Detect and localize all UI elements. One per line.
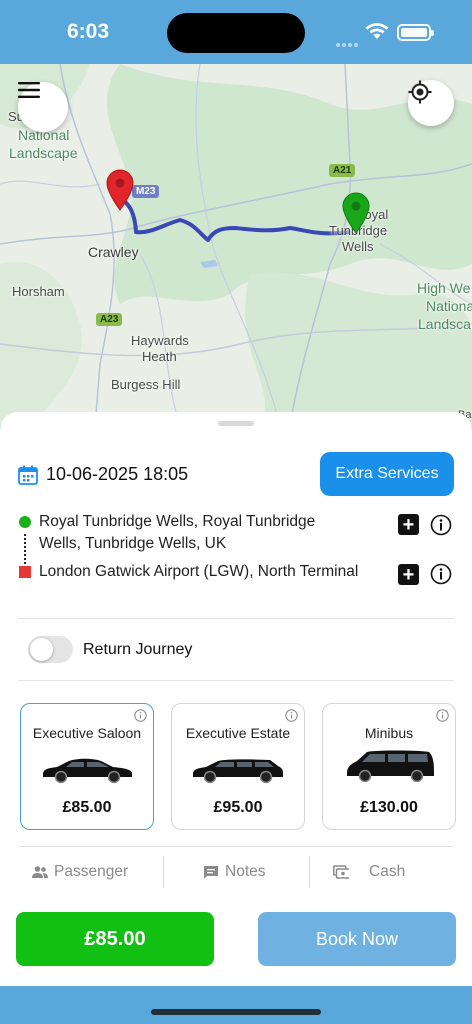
- dropoff-square-icon: [19, 566, 31, 578]
- comment-icon: [204, 865, 218, 879]
- route-map[interactable]: Su Wells National Landscape Crawley Hors…: [0, 64, 472, 426]
- pickup-address[interactable]: Royal Tunbridge Wells, Royal Tunbridge W…: [39, 511, 359, 555]
- map-label-burgess-hill: Burgess Hill: [111, 377, 181, 392]
- info-icon[interactable]: [134, 709, 147, 722]
- estate-car-icon: [193, 759, 283, 784]
- road-shield-m23: M23: [132, 185, 160, 198]
- notes-label: Notes: [225, 863, 266, 880]
- map-label: Landscape: [9, 145, 78, 161]
- passenger-tab[interactable]: Passenger: [32, 854, 128, 890]
- battery-icon: [397, 24, 434, 41]
- map-label: Nationa: [426, 298, 472, 314]
- return-journey-label: Return Journey: [83, 641, 193, 658]
- dropoff-info-icon[interactable]: [430, 563, 452, 585]
- vehicle-name: Minibus: [364, 725, 414, 741]
- home-indicator[interactable]: [151, 1009, 321, 1015]
- sheet-grabber[interactable]: [218, 421, 254, 426]
- booking-sheet: 10-06-2025 18:05 Extra Services Royal Tu…: [0, 412, 472, 986]
- info-icon[interactable]: [285, 709, 298, 722]
- origin-pin-icon[interactable]: [341, 192, 371, 234]
- crosshair-icon: [408, 80, 432, 104]
- map-label: Heath: [142, 349, 177, 364]
- vehicle-name: Executive Saloon: [32, 725, 142, 741]
- hamburger-icon: [18, 82, 40, 98]
- total-price-button[interactable]: £85.00: [16, 912, 214, 966]
- divider: [18, 618, 454, 619]
- status-time: 6:03: [67, 20, 110, 43]
- dynamic-island: [167, 13, 305, 53]
- vehicle-card-minibus[interactable]: Minibus £130.00: [322, 703, 456, 830]
- datetime-picker[interactable]: 10-06-2025 18:05: [18, 464, 188, 485]
- road-shield-a21: A21: [329, 164, 356, 177]
- return-journey-toggle[interactable]: [28, 636, 73, 663]
- minibus-icon: [347, 750, 434, 782]
- add-stop-button[interactable]: +: [398, 564, 419, 585]
- people-icon: [32, 866, 48, 878]
- vehicle-name: Executive Estate: [185, 725, 291, 741]
- vehicle-price: £95.00: [213, 799, 263, 816]
- signal-icon: [336, 34, 360, 52]
- map-canvas: [0, 64, 472, 426]
- map-label: Wells: [342, 239, 374, 254]
- vehicle-price: £130.00: [360, 799, 418, 816]
- notes-tab[interactable]: Notes: [203, 854, 266, 890]
- map-label: High We: [417, 280, 471, 296]
- pickup-info-icon[interactable]: [430, 514, 452, 536]
- divider: [18, 680, 454, 681]
- payment-label: Cash: [369, 863, 406, 880]
- destination-pin-icon[interactable]: [105, 169, 135, 211]
- booking-options-row: Passenger Notes Cash: [0, 854, 472, 890]
- vehicle-card-executive-saloon[interactable]: Executive Saloon £85.00: [20, 703, 154, 830]
- saloon-car-icon: [43, 758, 132, 784]
- map-label: Haywards: [131, 333, 189, 348]
- extra-services-button[interactable]: Extra Services: [320, 452, 454, 496]
- wifi-icon: [365, 23, 389, 39]
- road-shield-a23: A23: [96, 313, 123, 326]
- dropoff-address[interactable]: London Gatwick Airport (LGW), North Term…: [39, 561, 359, 583]
- calendar-icon: [18, 465, 38, 485]
- menu-button[interactable]: [18, 82, 68, 132]
- vehicle-price: £85.00: [62, 799, 112, 816]
- locate-me-button[interactable]: [408, 80, 454, 126]
- map-label-crawley: Crawley: [88, 244, 139, 260]
- map-label: Landsca: [418, 316, 471, 332]
- divider: [163, 856, 164, 888]
- cash-icon: [333, 865, 349, 879]
- add-stop-button[interactable]: +: [398, 514, 419, 535]
- toggle-knob: [30, 638, 53, 661]
- info-icon[interactable]: [436, 709, 449, 722]
- map-label-horsham: Horsham: [12, 284, 65, 299]
- datetime-value: 10-06-2025 18:05: [46, 464, 189, 484]
- divider: [18, 846, 454, 847]
- status-bar: 6:03: [0, 0, 472, 64]
- payment-tab[interactable]: Cash: [333, 854, 405, 890]
- divider: [309, 856, 310, 888]
- passenger-label: Passenger: [54, 863, 129, 880]
- book-now-button[interactable]: Book Now: [258, 912, 456, 966]
- pickup-dot-icon: [19, 516, 31, 528]
- vehicle-card-executive-estate[interactable]: Executive Estate £95.00: [171, 703, 305, 830]
